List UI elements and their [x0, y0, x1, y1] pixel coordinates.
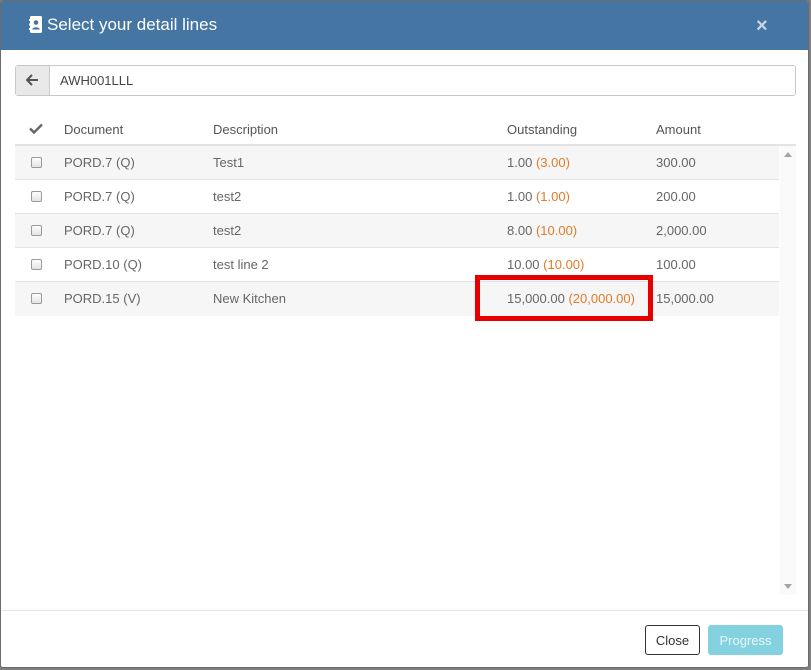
- outstanding-value: 1.00: [507, 189, 533, 204]
- document-cell: PORD.7 (Q): [64, 189, 135, 204]
- original-amount: (1.00): [535, 189, 570, 204]
- column-header-description[interactable]: Description: [213, 122, 278, 137]
- outstanding-cell: 15,000.00 (20,000.00): [507, 291, 635, 306]
- table-header: Document Description Outstanding Amount: [15, 113, 796, 146]
- select-detail-lines-dialog: Select your detail lines × Document Desc…: [0, 0, 809, 668]
- row-checkbox[interactable]: [31, 225, 42, 236]
- document-cell: PORD.7 (Q): [64, 223, 135, 238]
- close-icon[interactable]: ×: [756, 16, 768, 36]
- outstanding-cell: 1.00 (1.00): [507, 189, 570, 204]
- detail-lines-list: PORD.7 (Q) Test1 1.00 (3.00) 300.00 PORD…: [15, 146, 779, 316]
- row-checkbox[interactable]: [31, 259, 42, 270]
- document-cell: PORD.10 (Q): [64, 257, 143, 272]
- row-checkbox[interactable]: [31, 191, 42, 202]
- select-all-checkmark[interactable]: [29, 122, 43, 137]
- outstanding-cell: 8.00 (10.00): [507, 223, 577, 238]
- document-cell: PORD.7 (Q): [64, 155, 135, 170]
- column-header-amount[interactable]: Amount: [656, 122, 701, 137]
- outstanding-value: 1.00: [507, 155, 533, 170]
- row-checkbox[interactable]: [31, 157, 42, 168]
- account-search-bar: [15, 65, 796, 96]
- dialog-header: Select your detail lines ×: [1, 1, 808, 50]
- checkmark-icon: [29, 123, 43, 135]
- row-checkbox[interactable]: [31, 293, 42, 304]
- table-row[interactable]: PORD.15 (V) New Kitchen 15,000.00 (20,00…: [15, 282, 779, 316]
- close-button[interactable]: Close: [645, 625, 700, 655]
- table-row[interactable]: PORD.7 (Q) test2 8.00 (10.00) 2,000.00: [15, 214, 779, 248]
- table-row[interactable]: PORD.7 (Q) test2 1.00 (1.00) 200.00: [15, 180, 779, 214]
- outstanding-value: 15,000.00: [507, 291, 565, 306]
- outstanding-value: 10.00: [507, 257, 540, 272]
- amount-cell: 200.00: [656, 189, 696, 204]
- description-cell: test2: [213, 223, 242, 238]
- description-cell: New Kitchen: [213, 291, 286, 306]
- table-row[interactable]: PORD.7 (Q) Test1 1.00 (3.00) 300.00: [15, 146, 779, 180]
- outstanding-cell: 10.00 (10.00): [507, 257, 584, 272]
- scroll-down-arrow-icon[interactable]: [784, 584, 792, 589]
- amount-cell: 15,000.00: [656, 291, 714, 306]
- original-amount: (10.00): [535, 223, 578, 238]
- progress-button[interactable]: Progress: [708, 625, 783, 655]
- description-cell: Test1: [213, 155, 245, 170]
- original-amount: (3.00): [535, 155, 570, 170]
- vertical-scrollbar[interactable]: [780, 146, 796, 595]
- amount-cell: 300.00: [656, 155, 696, 170]
- original-amount: (20,000.00): [568, 291, 635, 306]
- column-header-outstanding[interactable]: Outstanding: [507, 122, 577, 137]
- original-amount: (10.00): [543, 257, 585, 272]
- arrow-left-icon: [26, 74, 38, 86]
- amount-cell: 100.00: [656, 257, 696, 272]
- description-cell: test2: [213, 189, 242, 204]
- scroll-up-arrow-icon[interactable]: [784, 152, 792, 157]
- column-header-document[interactable]: Document: [64, 122, 123, 137]
- dialog-title: Select your detail lines: [47, 15, 218, 34]
- outstanding-cell: 1.00 (3.00): [507, 155, 570, 170]
- amount-cell: 2,000.00: [656, 223, 707, 238]
- contact-book-icon: [29, 16, 42, 33]
- account-search-input[interactable]: [60, 71, 760, 90]
- document-cell: PORD.15 (V): [64, 291, 141, 306]
- dialog-footer: Close Progress: [1, 610, 808, 667]
- description-cell: test line 2: [213, 257, 269, 272]
- table-row[interactable]: PORD.10 (Q) test line 2 10.00 (10.00) 10…: [15, 248, 779, 282]
- outstanding-value: 8.00: [507, 223, 533, 238]
- back-button[interactable]: [16, 66, 50, 95]
